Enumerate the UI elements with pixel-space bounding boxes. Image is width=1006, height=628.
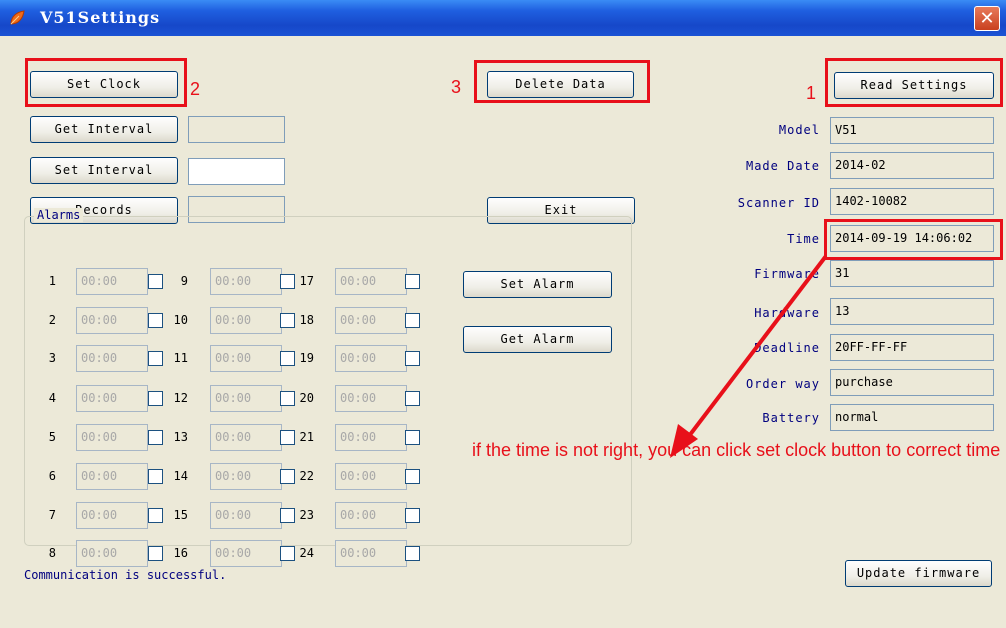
annotation-note: if the time is not right, you can click … [472, 440, 1001, 460]
v51settings-window: V51Settings ✕ Set Clock Get Interval Set… [0, 0, 1006, 628]
red-arrow [670, 254, 828, 458]
